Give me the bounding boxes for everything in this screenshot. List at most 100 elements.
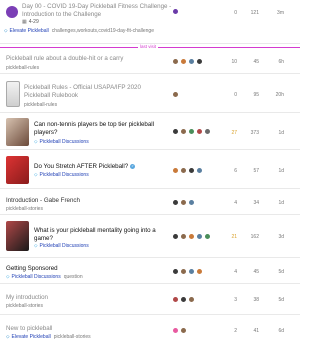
activity-time[interactable]: 3m	[262, 10, 284, 16]
activity-time[interactable]: 20h	[262, 92, 284, 98]
avatar[interactable]	[180, 128, 187, 135]
topic-tags[interactable]: pickleball-stories	[6, 206, 43, 213]
topic-tags[interactable]: pickleball-stories	[54, 334, 91, 341]
poster-avatars	[172, 296, 196, 303]
avatar[interactable]	[172, 8, 179, 15]
avatar[interactable]	[172, 128, 179, 135]
topic-title[interactable]: Do You Stretch AFTER Pickleball? ✓	[34, 163, 174, 171]
avatar[interactable]	[188, 233, 195, 240]
topic-title[interactable]: Pickleball rule about a double-hit or a …	[6, 55, 156, 63]
reply-count: 3	[234, 297, 237, 303]
poster-avatars	[172, 327, 188, 334]
topic-title[interactable]: What is your pickleball mentality going …	[34, 227, 174, 243]
reply-count: 2	[234, 328, 237, 334]
topic-meta: pickleball-stories	[6, 303, 43, 310]
topic-tags[interactable]: pickleball-rules	[6, 65, 39, 72]
topic-meta: ⬦ Pickleball Discussions	[34, 172, 92, 179]
activity-time[interactable]: 1d	[262, 130, 284, 136]
topic-row[interactable]: Do You Stretch AFTER Pickleball? ✓ ⬦ Pick…	[0, 151, 300, 189]
avatar[interactable]	[180, 167, 187, 174]
poster-avatars	[172, 58, 204, 65]
avatar[interactable]	[180, 268, 187, 275]
topic-row[interactable]: Getting Sponsored ⬦ Pickleball Discussio…	[0, 259, 300, 284]
activity-time[interactable]: 1d	[262, 200, 284, 206]
reply-count: 10	[231, 59, 237, 65]
avatar[interactable]	[188, 296, 195, 303]
avatar[interactable]	[196, 128, 203, 135]
activity-time[interactable]: 5d	[262, 297, 284, 303]
avatar[interactable]	[180, 233, 187, 240]
reply-count: 6	[234, 168, 237, 174]
activity-time[interactable]: 1d	[262, 168, 284, 174]
avatar[interactable]	[180, 199, 187, 206]
avatar[interactable]	[172, 268, 179, 275]
topic-title[interactable]: New to pickleball	[6, 325, 156, 333]
topic-title[interactable]: Can non-tennis players be top tier pickl…	[34, 121, 174, 137]
topic-thumbnail[interactable]	[6, 118, 29, 146]
avatar[interactable]	[204, 128, 211, 135]
calendar-icon: ▦	[22, 19, 27, 25]
avatar[interactable]	[188, 268, 195, 275]
category-link[interactable]: Pickleball Discussions	[40, 139, 89, 146]
activity-time[interactable]: 6h	[262, 59, 284, 65]
avatar[interactable]	[180, 296, 187, 303]
avatar[interactable]	[188, 167, 195, 174]
avatar[interactable]	[196, 233, 203, 240]
topic-row[interactable]: Pickleball rule about a double-hit or a …	[0, 49, 300, 74]
avatar[interactable]	[188, 58, 195, 65]
poster-avatars	[172, 128, 212, 135]
topic-row[interactable]: Day 00 - COVID 19-Day Pickleball Fitness…	[0, 0, 300, 44]
topic-row[interactable]: My introduction pickleball-stories 3 38 …	[0, 285, 300, 315]
topic-tags[interactable]: pickleball-rules	[24, 102, 57, 109]
topic-row[interactable]: New to pickleball ⬦ Elevate Pickleball p…	[0, 316, 300, 346]
avatar[interactable]	[172, 199, 179, 206]
reply-count: 4	[234, 269, 237, 275]
view-count: 45	[253, 59, 259, 65]
view-count: 38	[253, 297, 259, 303]
topic-title[interactable]: Pickleball Rules - Official USAPA/IFP 20…	[24, 84, 149, 100]
topic-tags[interactable]: challenges,workouts,covid19-day-fit-chal…	[52, 28, 154, 35]
avatar[interactable]	[188, 128, 195, 135]
topic-title[interactable]: Day 00 - COVID 19-Day Pickleball Fitness…	[22, 3, 172, 19]
category-link[interactable]: Pickleball Discussions	[12, 274, 61, 281]
topic-title[interactable]: My introduction	[6, 294, 156, 302]
topic-title[interactable]: Introduction - Gabe French	[6, 197, 156, 205]
avatar[interactable]	[180, 327, 187, 334]
view-count: 57	[253, 168, 259, 174]
topic-thumbnail[interactable]	[6, 6, 18, 18]
activity-time[interactable]: 6d	[262, 328, 284, 334]
category-link[interactable]: Elevate Pickleball	[12, 334, 51, 341]
topic-title[interactable]: Getting Sponsored	[6, 265, 156, 273]
avatar[interactable]	[172, 296, 179, 303]
activity-time[interactable]: 3d	[262, 234, 284, 240]
tag-icon: ⬦	[4, 28, 8, 34]
reply-count: 0	[234, 10, 237, 16]
avatar[interactable]	[196, 58, 203, 65]
avatar[interactable]	[180, 58, 187, 65]
avatar[interactable]	[196, 167, 203, 174]
category-link[interactable]: Pickleball Discussions	[40, 243, 89, 250]
topic-thumbnail[interactable]	[6, 221, 29, 251]
topic-row[interactable]: Introduction - Gabe French pickleball-st…	[0, 190, 300, 215]
topic-tags[interactable]: question	[64, 274, 83, 281]
category-link[interactable]: Elevate Pickleball	[10, 28, 49, 35]
avatar[interactable]	[204, 233, 211, 240]
view-count: 95	[253, 92, 259, 98]
topic-thumbnail[interactable]	[6, 81, 20, 107]
avatar[interactable]	[172, 167, 179, 174]
topic-thumbnail[interactable]	[6, 156, 29, 184]
avatar[interactable]	[188, 199, 195, 206]
avatar[interactable]	[196, 268, 203, 275]
topic-row[interactable]: Pickleball Rules - Official USAPA/IFP 20…	[0, 75, 300, 113]
avatar[interactable]	[172, 91, 179, 98]
topic-row[interactable]: What is your pickleball mentality going …	[0, 216, 300, 258]
topic-tags[interactable]: pickleball-stories	[6, 303, 43, 310]
topic-row[interactable]: Can non-tennis players be top tier pickl…	[0, 114, 300, 150]
activity-time[interactable]: 5d	[262, 269, 284, 275]
poster-avatars	[172, 233, 212, 240]
avatar[interactable]	[172, 58, 179, 65]
avatar[interactable]	[172, 233, 179, 240]
avatar[interactable]	[172, 327, 179, 334]
view-count: 162	[250, 234, 259, 240]
category-link[interactable]: Pickleball Discussions	[40, 172, 89, 179]
